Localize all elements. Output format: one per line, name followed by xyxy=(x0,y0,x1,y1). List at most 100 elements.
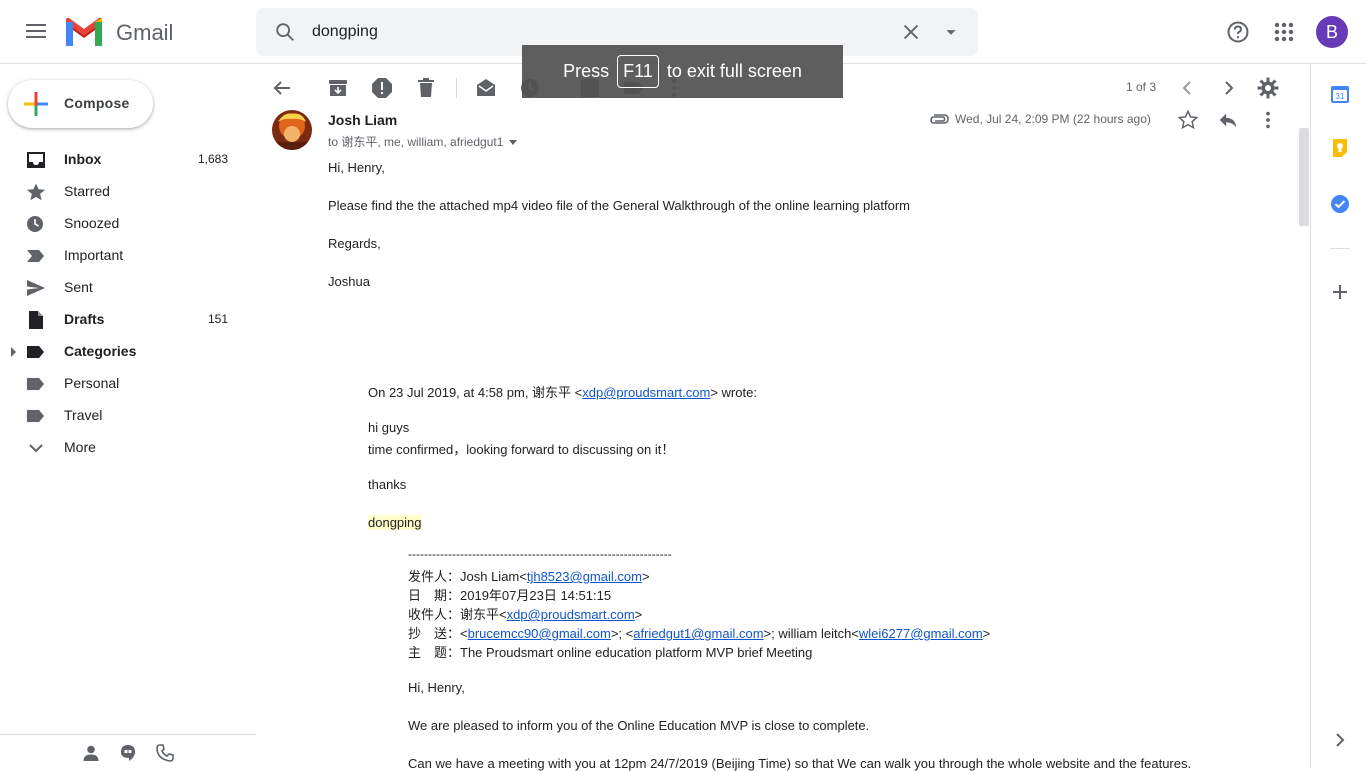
sidebar-item-snoozed[interactable]: Snoozed xyxy=(0,208,240,240)
forward-from-suffix: > xyxy=(641,569,650,584)
forward-from-prefix: 发件人：Josh Liam< xyxy=(408,569,527,584)
reply-icon[interactable] xyxy=(1217,109,1239,131)
more-options-icon[interactable] xyxy=(1257,109,1279,131)
forward-subject: 主 题：The Proudsmart online education plat… xyxy=(408,645,813,660)
search-highlight: dongping xyxy=(368,515,422,530)
quote-line: dongping xyxy=(368,515,422,530)
label-icon xyxy=(27,410,44,422)
forward-from: 发件人：Josh Liam<tjh8523@gmail.com> xyxy=(408,566,650,585)
pager-label: 1 of 3 xyxy=(1126,80,1157,94)
search-options-icon[interactable] xyxy=(940,21,962,43)
hangouts-icon[interactable] xyxy=(119,744,137,762)
tasks-icon[interactable] xyxy=(1330,194,1350,214)
email-link[interactable]: afriedgut1@gmail.com xyxy=(633,626,763,641)
quote-line: hi guys xyxy=(368,420,410,435)
fullscreen-notice-suffix: to exit full screen xyxy=(666,61,802,81)
add-addon-icon[interactable] xyxy=(1330,282,1350,302)
person-icon[interactable] xyxy=(82,744,100,762)
fullscreen-notice: Press F11 to exit full screen xyxy=(522,45,843,98)
message-date: Wed, Jul 24, 2:09 PM (22 hours ago) xyxy=(955,112,1151,126)
scrollbar-thumb[interactable] xyxy=(1299,128,1309,226)
search-input[interactable] xyxy=(312,20,872,44)
email-link[interactable]: xdp@proudsmart.com xyxy=(507,607,635,622)
body-line: Please find the the attached mp4 video f… xyxy=(328,198,910,213)
star-message-icon[interactable] xyxy=(1177,109,1199,131)
sidebar-item-more[interactable]: More xyxy=(0,432,240,464)
sidebar-item-label: Personal xyxy=(64,375,120,391)
sender-avatar[interactable] xyxy=(272,110,312,150)
svg-text:31: 31 xyxy=(1336,92,1345,101)
apps-icon[interactable] xyxy=(1272,20,1296,44)
compose-button[interactable]: Compose xyxy=(8,80,153,128)
quote-divider: ----------------------------------------… xyxy=(408,547,672,561)
main-menu-button[interactable] xyxy=(24,20,48,44)
body-signature: Joshua xyxy=(328,274,370,289)
next-icon[interactable] xyxy=(1216,76,1240,100)
email-link[interactable]: brucemcc90@gmail.com xyxy=(468,626,611,641)
app-name[interactable]: Gmail xyxy=(116,20,173,46)
delete-icon[interactable] xyxy=(414,76,438,100)
sidebar-item-important[interactable]: Important xyxy=(0,240,240,272)
email-link[interactable]: tjh8523@gmail.com xyxy=(527,569,642,584)
sidebar-item-inbox[interactable]: Inbox 1,683 xyxy=(0,144,240,176)
settings-gear-icon[interactable] xyxy=(1256,76,1280,100)
quote-header-prefix: On 23 Jul 2019, at 4:58 pm, 谢东平 < xyxy=(368,385,583,400)
clear-search-icon[interactable] xyxy=(900,21,922,43)
calendar-icon[interactable]: 31 xyxy=(1330,84,1350,104)
sidebar-item-label: Categories xyxy=(64,343,137,359)
gmail-logo-icon[interactable] xyxy=(64,16,104,48)
star-icon xyxy=(27,183,45,201)
sidebar-item-personal[interactable]: Personal xyxy=(0,368,240,400)
forward-cc-suffix: > xyxy=(982,626,991,641)
sender-name[interactable]: Josh Liam xyxy=(328,112,397,128)
forward-cc: 抄 送：<brucemcc90@gmail.com>; <afriedgut1@… xyxy=(408,623,990,642)
sidebar-item-label: Sent xyxy=(64,279,93,295)
recipients-dropdown-icon[interactable] xyxy=(509,140,518,146)
phone-icon[interactable] xyxy=(156,744,174,762)
email-link[interactable]: xdp@proudsmart.com xyxy=(582,385,710,400)
expand-panel-icon[interactable] xyxy=(1330,730,1350,750)
sidebar-item-travel[interactable]: Travel xyxy=(0,400,240,432)
expand-arrow-icon[interactable] xyxy=(11,347,16,357)
quote-header: On 23 Jul 2019, at 4:58 pm, 谢东平 <xdp@pro… xyxy=(368,382,757,401)
compose-plus-icon xyxy=(24,92,48,116)
sidebar-item-label: Travel xyxy=(64,407,103,423)
sidebar-item-categories[interactable]: Categories xyxy=(0,336,240,368)
toolbar-divider xyxy=(456,78,457,98)
forward-cc-separator: >; < xyxy=(610,626,634,641)
label-icon xyxy=(27,346,44,358)
inbox-icon xyxy=(27,152,45,168)
help-icon[interactable] xyxy=(1226,20,1250,44)
keep-icon[interactable] xyxy=(1330,138,1350,158)
previous-icon[interactable] xyxy=(1176,76,1200,100)
hangouts-bar xyxy=(0,734,256,768)
sidebar-item-starred[interactable]: Starred xyxy=(0,176,240,208)
sidebar-item-count: 151 xyxy=(207,312,228,326)
archive-icon[interactable] xyxy=(326,76,350,100)
forward-line: Can we have a meeting with you at 12pm 2… xyxy=(408,756,1192,771)
account-avatar[interactable]: B xyxy=(1316,16,1348,48)
email-link[interactable]: wlei6277@gmail.com xyxy=(859,626,983,641)
send-icon xyxy=(27,280,45,296)
sidebar-item-label: Snoozed xyxy=(64,215,120,231)
important-icon xyxy=(27,250,44,262)
clock-icon xyxy=(27,216,43,232)
label-icon xyxy=(27,378,44,390)
mark-unread-icon[interactable] xyxy=(474,76,498,100)
search-icon[interactable] xyxy=(274,21,296,43)
sidebar-item-count: 1,683 xyxy=(197,152,228,166)
attachment-icon xyxy=(930,114,949,124)
sidebar-item-drafts[interactable]: Drafts 151 xyxy=(0,304,240,336)
body-regards: Regards, xyxy=(328,236,381,251)
forward-to: 收件人：谢东平<xdp@proudsmart.com> xyxy=(408,604,642,623)
forward-to-suffix: > xyxy=(634,607,643,622)
sidebar-item-sent[interactable]: Sent xyxy=(0,272,240,304)
chevron-down-icon xyxy=(29,444,43,453)
sidebar-item-label: Important xyxy=(64,247,124,263)
forward-to-prefix: 收件人：谢东平< xyxy=(408,607,507,622)
sidebar-item-label: Starred xyxy=(64,183,110,199)
report-spam-icon[interactable] xyxy=(370,76,394,100)
back-arrow-icon[interactable] xyxy=(270,76,294,100)
compose-label: Compose xyxy=(64,95,130,111)
recipients-line[interactable]: to 谢东平, me, william, afriedgut1 xyxy=(328,133,518,150)
